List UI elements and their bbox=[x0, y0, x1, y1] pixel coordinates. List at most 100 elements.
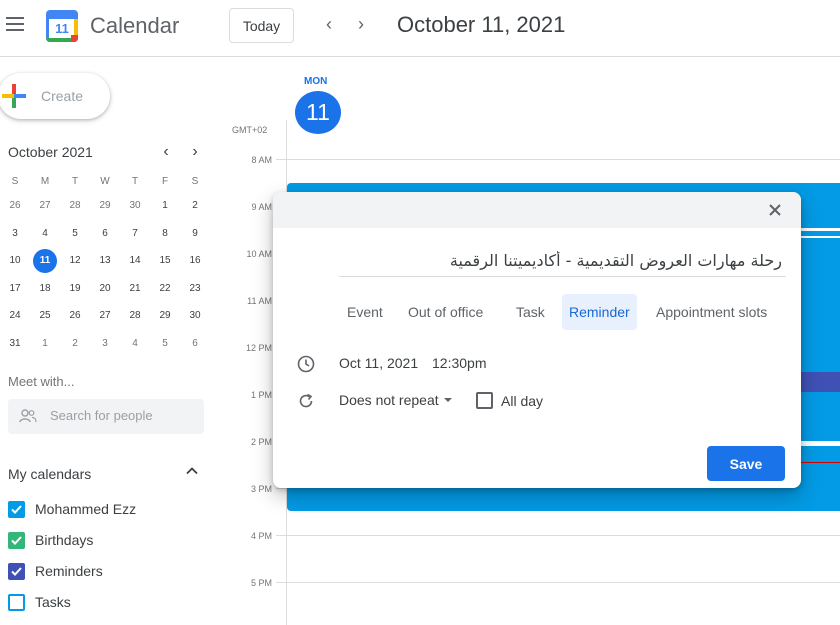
mini-day[interactable]: 3 bbox=[90, 330, 120, 358]
mini-day[interactable]: 13 bbox=[90, 247, 120, 275]
mini-day[interactable]: 23 bbox=[180, 275, 210, 303]
mini-day[interactable]: 6 bbox=[90, 220, 120, 248]
mini-day[interactable]: 4 bbox=[120, 330, 150, 358]
day-number[interactable]: 11 bbox=[295, 91, 341, 134]
hour-label: 2 PM bbox=[250, 437, 272, 447]
mini-day[interactable]: 22 bbox=[150, 275, 180, 303]
dialog-drag-handle[interactable] bbox=[273, 192, 801, 228]
mini-day[interactable]: 29 bbox=[150, 302, 180, 330]
tab-reminder[interactable]: Reminder bbox=[562, 294, 637, 330]
mini-day[interactable]: 6 bbox=[180, 330, 210, 358]
clock-icon bbox=[297, 355, 315, 373]
mini-day[interactable]: 10 bbox=[0, 247, 30, 275]
calendar-item-mohammed-ezz[interactable]: Mohammed Ezz bbox=[8, 498, 136, 520]
tab-event[interactable]: Event bbox=[340, 294, 390, 330]
plus-icon bbox=[2, 84, 26, 108]
calendar-logo-icon[interactable]: 11 bbox=[46, 10, 78, 42]
checkbox-checked[interactable] bbox=[8, 531, 25, 549]
main-menu-icon[interactable] bbox=[6, 17, 24, 31]
mini-day[interactable]: 24 bbox=[0, 302, 30, 330]
mini-week-row: 31 1 2 3 4 5 6 bbox=[0, 330, 210, 358]
calendar-item-birthdays[interactable]: Birthdays bbox=[8, 529, 93, 551]
mini-day[interactable]: 7 bbox=[120, 220, 150, 248]
calendar-label: Birthdays bbox=[35, 532, 94, 548]
mini-day[interactable]: 8 bbox=[150, 220, 180, 248]
reminder-event-chip[interactable] bbox=[800, 372, 840, 392]
mini-day[interactable]: 28 bbox=[60, 192, 90, 220]
mini-day[interactable]: 30 bbox=[120, 192, 150, 220]
weekday-label: T bbox=[131, 176, 139, 187]
my-calendars-title: My calendars bbox=[8, 466, 92, 482]
tab-appointment-slots[interactable]: Appointment slots bbox=[649, 294, 774, 330]
today-button[interactable]: Today bbox=[229, 8, 294, 43]
event-divider bbox=[800, 236, 840, 238]
date-picker[interactable]: Oct 11, 2021 bbox=[339, 355, 418, 371]
mini-day[interactable]: 26 bbox=[60, 302, 90, 330]
mini-day[interactable]: 26 bbox=[0, 192, 30, 220]
hour-label: 11 AM bbox=[247, 296, 272, 306]
title-input[interactable] bbox=[339, 245, 786, 277]
hour-label: 12 PM bbox=[245, 343, 272, 353]
hour-label: 8 AM bbox=[251, 155, 272, 165]
save-button[interactable]: Save bbox=[707, 446, 785, 481]
mini-day[interactable]: 1 bbox=[30, 330, 60, 358]
mini-day[interactable]: 2 bbox=[60, 330, 90, 358]
mini-day[interactable]: 9 bbox=[180, 220, 210, 248]
calendar-item-tasks[interactable]: Tasks bbox=[8, 591, 71, 613]
mini-day[interactable]: 17 bbox=[0, 275, 30, 303]
mini-day[interactable]: 14 bbox=[120, 247, 150, 275]
tab-out-of-office[interactable]: Out of office bbox=[401, 294, 490, 330]
mini-day[interactable]: 20 bbox=[90, 275, 120, 303]
people-search-input[interactable] bbox=[50, 408, 200, 423]
mini-day[interactable]: 2 bbox=[180, 192, 210, 220]
all-day-checkbox[interactable] bbox=[476, 392, 493, 409]
logo-day-number: 11 bbox=[55, 21, 69, 36]
mini-day[interactable]: 5 bbox=[60, 220, 90, 248]
weekday-label: M bbox=[40, 176, 50, 187]
app-title: Calendar bbox=[90, 13, 180, 38]
repeat-dropdown[interactable]: Does not repeat bbox=[339, 392, 439, 408]
mini-day[interactable]: 30 bbox=[180, 302, 210, 330]
chevron-up-icon[interactable] bbox=[185, 464, 199, 478]
tab-task[interactable]: Task bbox=[509, 294, 552, 330]
mini-day[interactable]: 28 bbox=[120, 302, 150, 330]
mini-day[interactable]: 21 bbox=[120, 275, 150, 303]
mini-prev-month-icon[interactable]: ‹ bbox=[159, 143, 173, 161]
day-of-week: MON bbox=[304, 76, 328, 87]
top-bar: 11 Calendar Today ‹ › October 11, 2021 bbox=[0, 0, 840, 57]
mini-day[interactable]: 25 bbox=[30, 302, 60, 330]
time-picker[interactable]: 12:30pm bbox=[432, 355, 486, 371]
mini-day[interactable]: 4 bbox=[30, 220, 60, 248]
mini-day[interactable]: 16 bbox=[180, 247, 210, 275]
event-divider bbox=[800, 441, 840, 446]
hour-label: 1 PM bbox=[250, 390, 272, 400]
mini-day[interactable]: 12 bbox=[60, 247, 90, 275]
people-search-box[interactable] bbox=[8, 399, 204, 434]
mini-day[interactable]: 3 bbox=[0, 220, 30, 248]
mini-day[interactable]: 18 bbox=[30, 275, 60, 303]
mini-day[interactable]: 1 bbox=[150, 192, 180, 220]
hour-gridline bbox=[276, 582, 840, 583]
next-day-icon[interactable]: › bbox=[351, 14, 371, 35]
create-button[interactable]: Create bbox=[0, 73, 110, 119]
close-icon[interactable] bbox=[766, 201, 784, 219]
mini-day[interactable]: 5 bbox=[150, 330, 180, 358]
checkbox-checked[interactable] bbox=[8, 562, 25, 580]
weekday-label: W bbox=[100, 176, 110, 187]
current-time-indicator bbox=[800, 462, 840, 463]
mini-next-month-icon[interactable]: › bbox=[188, 143, 202, 161]
checkbox-unchecked[interactable] bbox=[8, 593, 25, 611]
previous-day-icon[interactable]: ‹ bbox=[319, 14, 339, 35]
mini-day[interactable]: 15 bbox=[150, 247, 180, 275]
mini-day[interactable]: 29 bbox=[90, 192, 120, 220]
mini-day[interactable]: 19 bbox=[60, 275, 90, 303]
checkbox-checked[interactable] bbox=[8, 500, 25, 518]
calendar-label: Mohammed Ezz bbox=[35, 501, 137, 517]
mini-day[interactable]: 27 bbox=[90, 302, 120, 330]
mini-day-selected[interactable]: 11 bbox=[30, 247, 60, 275]
mini-day[interactable]: 31 bbox=[0, 330, 30, 358]
calendar-item-reminders[interactable]: Reminders bbox=[8, 560, 103, 582]
calendar-label: Tasks bbox=[35, 594, 71, 610]
hour-gridline bbox=[276, 535, 840, 536]
mini-day[interactable]: 27 bbox=[30, 192, 60, 220]
